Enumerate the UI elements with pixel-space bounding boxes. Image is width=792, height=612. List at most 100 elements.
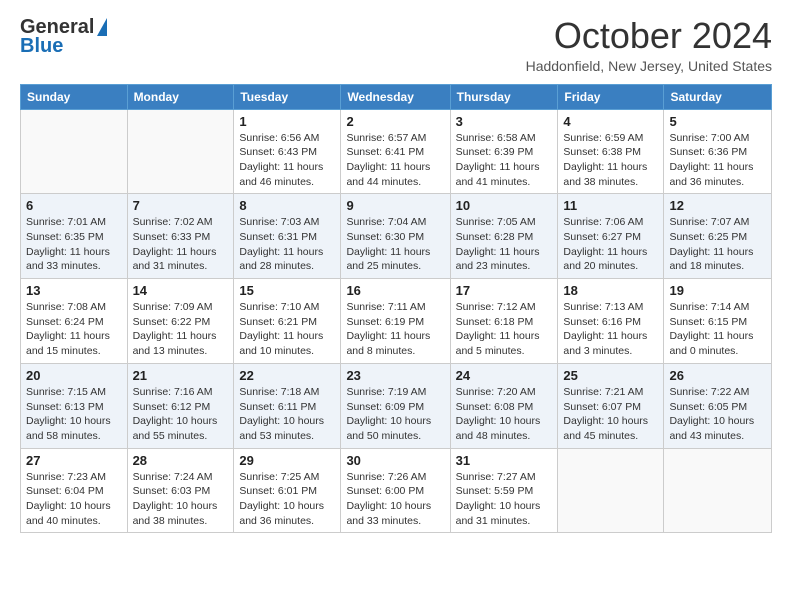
calendar-table: Sunday Monday Tuesday Wednesday Thursday…	[20, 84, 772, 534]
day-number: 10	[456, 198, 553, 213]
calendar-cell: 6Sunrise: 7:01 AMSunset: 6:35 PMDaylight…	[21, 194, 128, 279]
day-number: 28	[133, 453, 229, 468]
calendar-week-5: 27 Sunrise: 7:23 AMSunset: 6:04 PMDayligh…	[21, 448, 772, 533]
day-number: 26	[669, 368, 766, 383]
day-info: Sunrise: 6:56 AMSunset: 6:43 PMDaylight:…	[239, 131, 335, 190]
calendar-cell	[558, 448, 664, 533]
logo-blue: Blue	[20, 35, 63, 58]
day-number: 14	[133, 283, 229, 298]
calendar-cell: 7 Sunrise: 7:02 AMSunset: 6:33 PMDaylight…	[127, 194, 234, 279]
day-number: 24	[456, 368, 553, 383]
calendar-cell: 14 Sunrise: 7:09 AMSunset: 6:22 PMDayligh…	[127, 279, 234, 364]
col-wednesday: Wednesday	[341, 84, 450, 109]
calendar-week-2: 6Sunrise: 7:01 AMSunset: 6:35 PMDaylight…	[21, 194, 772, 279]
day-number: 19	[669, 283, 766, 298]
day-number: 27	[26, 453, 122, 468]
day-number: 1	[239, 114, 335, 129]
calendar-week-3: 13Sunrise: 7:08 AMSunset: 6:24 PMDayligh…	[21, 279, 772, 364]
day-info: Sunrise: 7:18 AMSunset: 6:11 PMDaylight:…	[239, 385, 335, 444]
calendar-cell: 19 Sunrise: 7:14 AMSunset: 6:15 PMDayligh…	[664, 279, 772, 364]
calendar-cell: 20 Sunrise: 7:15 AMSunset: 6:13 PMDayligh…	[21, 363, 128, 448]
day-number: 31	[456, 453, 553, 468]
day-info: Sunrise: 7:13 AMSunset: 6:16 PMDaylight:…	[563, 300, 658, 359]
day-number: 20	[26, 368, 122, 383]
day-number: 29	[239, 453, 335, 468]
day-number: 16	[346, 283, 444, 298]
day-info: Sunrise: 7:03 AMSunset: 6:31 PMDaylight:…	[239, 215, 335, 274]
day-info: Sunrise: 6:58 AMSunset: 6:39 PMDaylight:…	[456, 131, 553, 190]
day-number: 18	[563, 283, 658, 298]
col-monday: Monday	[127, 84, 234, 109]
day-number: 8	[239, 198, 335, 213]
calendar-week-4: 20 Sunrise: 7:15 AMSunset: 6:13 PMDayligh…	[21, 363, 772, 448]
header: General Blue October 2024 Haddonfield, N…	[20, 16, 772, 74]
col-thursday: Thursday	[450, 84, 558, 109]
calendar-cell: 8 Sunrise: 7:03 AMSunset: 6:31 PMDaylight…	[234, 194, 341, 279]
day-info: Sunrise: 7:20 AMSunset: 6:08 PMDaylight:…	[456, 385, 553, 444]
day-number: 12	[669, 198, 766, 213]
calendar-week-1: 1 Sunrise: 6:56 AMSunset: 6:43 PMDaylight…	[21, 109, 772, 194]
day-number: 15	[239, 283, 335, 298]
day-info: Sunrise: 7:10 AMSunset: 6:21 PMDaylight:…	[239, 300, 335, 359]
day-number: 21	[133, 368, 229, 383]
calendar-cell: 13Sunrise: 7:08 AMSunset: 6:24 PMDayligh…	[21, 279, 128, 364]
day-number: 2	[346, 114, 444, 129]
calendar-cell: 21 Sunrise: 7:16 AMSunset: 6:12 PMDayligh…	[127, 363, 234, 448]
calendar-cell: 1 Sunrise: 6:56 AMSunset: 6:43 PMDaylight…	[234, 109, 341, 194]
day-info: Sunrise: 6:57 AMSunset: 6:41 PMDaylight:…	[346, 131, 444, 190]
calendar-cell	[664, 448, 772, 533]
col-tuesday: Tuesday	[234, 84, 341, 109]
calendar-cell: 17Sunrise: 7:12 AMSunset: 6:18 PMDayligh…	[450, 279, 558, 364]
day-number: 6	[26, 198, 122, 213]
calendar-cell: 22 Sunrise: 7:18 AMSunset: 6:11 PMDayligh…	[234, 363, 341, 448]
day-number: 7	[133, 198, 229, 213]
day-number: 3	[456, 114, 553, 129]
calendar-cell: 29Sunrise: 7:25 AMSunset: 6:01 PMDayligh…	[234, 448, 341, 533]
calendar-cell: 5 Sunrise: 7:00 AMSunset: 6:36 PMDaylight…	[664, 109, 772, 194]
day-info: Sunrise: 7:23 AMSunset: 6:04 PMDaylight:…	[26, 470, 122, 529]
calendar-cell: 23Sunrise: 7:19 AMSunset: 6:09 PMDayligh…	[341, 363, 450, 448]
calendar-cell: 24 Sunrise: 7:20 AMSunset: 6:08 PMDayligh…	[450, 363, 558, 448]
logo: General Blue	[20, 16, 107, 58]
day-info: Sunrise: 7:15 AMSunset: 6:13 PMDaylight:…	[26, 385, 122, 444]
day-info: Sunrise: 7:22 AMSunset: 6:05 PMDaylight:…	[669, 385, 766, 444]
day-number: 4	[563, 114, 658, 129]
day-number: 25	[563, 368, 658, 383]
calendar-cell: 27 Sunrise: 7:23 AMSunset: 6:04 PMDayligh…	[21, 448, 128, 533]
day-number: 30	[346, 453, 444, 468]
calendar-cell: 10Sunrise: 7:05 AMSunset: 6:28 PMDayligh…	[450, 194, 558, 279]
day-info: Sunrise: 7:19 AMSunset: 6:09 PMDaylight:…	[346, 385, 444, 444]
page: General Blue October 2024 Haddonfield, N…	[0, 0, 792, 549]
day-info: Sunrise: 7:00 AMSunset: 6:36 PMDaylight:…	[669, 131, 766, 190]
day-number: 9	[346, 198, 444, 213]
header-row: Sunday Monday Tuesday Wednesday Thursday…	[21, 84, 772, 109]
day-info: Sunrise: 7:26 AMSunset: 6:00 PMDaylight:…	[346, 470, 444, 529]
day-info: Sunrise: 7:04 AMSunset: 6:30 PMDaylight:…	[346, 215, 444, 274]
calendar-cell: 30 Sunrise: 7:26 AMSunset: 6:00 PMDayligh…	[341, 448, 450, 533]
day-info: Sunrise: 7:24 AMSunset: 6:03 PMDaylight:…	[133, 470, 229, 529]
day-number: 5	[669, 114, 766, 129]
day-number: 13	[26, 283, 122, 298]
day-number: 11	[563, 198, 658, 213]
calendar-cell	[21, 109, 128, 194]
day-number: 17	[456, 283, 553, 298]
day-info: Sunrise: 7:14 AMSunset: 6:15 PMDaylight:…	[669, 300, 766, 359]
calendar-cell: 3 Sunrise: 6:58 AMSunset: 6:39 PMDaylight…	[450, 109, 558, 194]
title-block: October 2024 Haddonfield, New Jersey, Un…	[526, 16, 772, 74]
day-info: Sunrise: 7:27 AMSunset: 5:59 PMDaylight:…	[456, 470, 553, 529]
month-year: October 2024	[526, 16, 772, 56]
calendar-cell: 16 Sunrise: 7:11 AMSunset: 6:19 PMDayligh…	[341, 279, 450, 364]
col-saturday: Saturday	[664, 84, 772, 109]
day-info: Sunrise: 7:11 AMSunset: 6:19 PMDaylight:…	[346, 300, 444, 359]
day-info: Sunrise: 7:16 AMSunset: 6:12 PMDaylight:…	[133, 385, 229, 444]
day-info: Sunrise: 7:07 AMSunset: 6:25 PMDaylight:…	[669, 215, 766, 274]
day-info: Sunrise: 7:02 AMSunset: 6:33 PMDaylight:…	[133, 215, 229, 274]
calendar-cell: 25Sunrise: 7:21 AMSunset: 6:07 PMDayligh…	[558, 363, 664, 448]
calendar-cell: 18 Sunrise: 7:13 AMSunset: 6:16 PMDayligh…	[558, 279, 664, 364]
calendar-cell: 11Sunrise: 7:06 AMSunset: 6:27 PMDayligh…	[558, 194, 664, 279]
day-info: Sunrise: 7:09 AMSunset: 6:22 PMDaylight:…	[133, 300, 229, 359]
day-number: 22	[239, 368, 335, 383]
day-info: Sunrise: 6:59 AMSunset: 6:38 PMDaylight:…	[563, 131, 658, 190]
calendar-cell: 9 Sunrise: 7:04 AMSunset: 6:30 PMDaylight…	[341, 194, 450, 279]
calendar-cell: 28 Sunrise: 7:24 AMSunset: 6:03 PMDayligh…	[127, 448, 234, 533]
